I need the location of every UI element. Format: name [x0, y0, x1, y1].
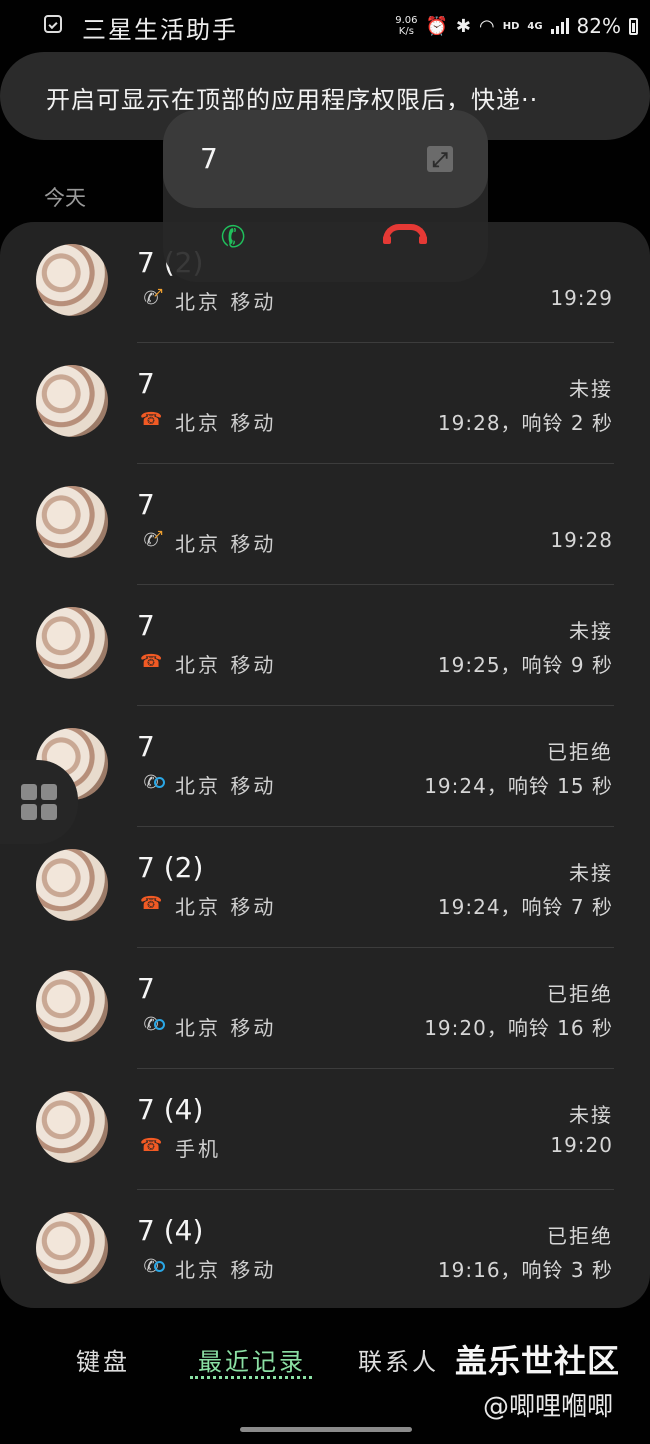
call-status: 未接	[569, 861, 613, 885]
contact-avatar[interactable]	[36, 486, 108, 558]
call-log-list: 7 (2)✆↗北京 移动19:297☎北京 移动未接19:28，响铃 2 秒7✆…	[0, 222, 650, 1308]
call-log-row[interactable]: 7 ☎ 北京 移动 未接 19:28，响铃 2 秒	[0, 343, 650, 464]
call-location: 北京 移动	[175, 411, 277, 435]
expand-icon[interactable]: ⤢	[427, 146, 453, 172]
rejected-call-icon: ✆	[140, 1256, 165, 1278]
call-log-row[interactable]: 7 ✆ ↗ 北京 移动 19:28	[0, 464, 650, 585]
battery-percent: 82%	[576, 14, 621, 38]
contact-avatar[interactable]	[36, 244, 108, 316]
watermark-title: 盖乐世社区	[455, 1342, 621, 1380]
call-name: 7	[137, 609, 155, 642]
call-time: 19:24，响铃 15 秒	[424, 774, 613, 798]
call-location: 北京 移动	[175, 774, 277, 798]
call-location: 北京 移动	[175, 895, 277, 919]
call-time: 19:25，响铃 9 秒	[437, 653, 613, 677]
assistant-app-icon	[44, 15, 62, 33]
decline-call-icon[interactable]	[383, 224, 427, 244]
contact-avatar[interactable]	[36, 970, 108, 1042]
call-name: 7 (2)	[137, 851, 204, 884]
call-log-row[interactable]: 7 ✆ 北京 移动 已拒绝 19:20，响铃 16 秒	[0, 948, 650, 1069]
tab-recents[interactable]: 最近记录	[198, 1342, 306, 1377]
edge-panel-handle[interactable]	[0, 760, 78, 844]
call-time: 19:29	[550, 286, 613, 310]
network-type: 4G	[527, 20, 543, 32]
call-location: 北京 移动	[175, 1016, 277, 1040]
call-location: 北京 移动	[175, 290, 277, 314]
status-icons: 9.06 K/s ⏰ ✱ ◠ HD 4G 82%	[395, 12, 638, 40]
incoming-call-number: 7	[200, 142, 218, 175]
hd-label: HD	[502, 20, 520, 32]
missed-call-icon: ☎	[140, 651, 163, 672]
call-name: 7	[137, 367, 155, 400]
section-label-today: 今天	[44, 186, 86, 210]
call-log-row[interactable]: 7 ☎ 北京 移动 未接 19:25，响铃 9 秒	[0, 585, 650, 706]
call-status: 未接	[569, 377, 613, 401]
apps-grid-icon	[21, 784, 57, 820]
call-location: 北京 移动	[175, 532, 277, 556]
network-speed: 9.06 K/s	[395, 15, 417, 37]
missed-call-icon: ☎	[140, 893, 163, 914]
signal-icon	[550, 18, 569, 34]
call-log-row[interactable]: 7 (4) ✆ 北京 移动 已拒绝 19:16，响铃 3 秒	[0, 1190, 650, 1311]
contact-avatar[interactable]	[36, 849, 108, 921]
call-time: 19:20	[550, 1133, 613, 1157]
call-status: 已拒绝	[547, 740, 613, 764]
call-name: 7	[137, 488, 155, 521]
call-status: 已拒绝	[547, 982, 613, 1006]
call-time: 19:24，响铃 7 秒	[437, 895, 613, 919]
call-name: 7	[137, 972, 155, 1005]
call-location: 手机	[175, 1137, 221, 1161]
call-time: 19:20，响铃 16 秒	[424, 1016, 613, 1040]
tab-contacts[interactable]: 联系人	[358, 1342, 439, 1377]
incoming-call-header[interactable]: 7 ⤢	[163, 110, 488, 208]
contact-avatar[interactable]	[36, 365, 108, 437]
call-status: 未接	[569, 619, 613, 643]
incoming-call-popup: 7 ⤢ ✆	[163, 110, 488, 282]
call-time: 19:28	[550, 528, 613, 552]
call-status: 未接	[569, 1103, 613, 1127]
active-tab-indicator	[190, 1376, 312, 1379]
call-log-row[interactable]: 7 (2) ☎ 北京 移动 未接 19:24，响铃 7 秒	[0, 827, 650, 948]
home-indicator[interactable]	[240, 1427, 412, 1432]
outgoing-call-icon: ✆ ↗	[143, 285, 164, 309]
call-name: 7 (4)	[137, 1093, 204, 1126]
watermark-user: @唧哩嗰唧	[483, 1392, 614, 1422]
status-app-title: 三星生活助手	[82, 16, 238, 44]
call-name: 7	[137, 730, 155, 763]
missed-call-icon: ☎	[140, 409, 163, 430]
battery-icon	[629, 17, 638, 35]
call-name: 7 (4)	[137, 1214, 204, 1247]
accept-call-icon[interactable]: ✆	[216, 217, 252, 258]
bluetooth-icon: ✱	[455, 15, 471, 37]
status-bar: 三星生活助手 9.06 K/s ⏰ ✱ ◠ HD 4G 82%	[0, 0, 650, 52]
call-status: 已拒绝	[547, 1224, 613, 1248]
alarm-icon: ⏰	[425, 15, 448, 37]
rejected-call-icon: ✆	[140, 1014, 165, 1036]
rejected-call-icon: ✆	[140, 772, 165, 794]
contact-avatar[interactable]	[36, 607, 108, 679]
missed-call-icon: ☎	[140, 1135, 163, 1156]
call-log-row[interactable]: 7 (4) ☎ 手机 未接 19:20	[0, 1069, 650, 1190]
call-log-row[interactable]: 7 ✆ 北京 移动 已拒绝 19:24，响铃 15 秒	[0, 706, 650, 827]
call-time: 19:28，响铃 2 秒	[437, 411, 613, 435]
call-location: 北京 移动	[175, 653, 277, 677]
call-time: 19:16，响铃 3 秒	[437, 1258, 613, 1282]
network-speed-value: 9.06	[395, 15, 418, 26]
contact-avatar[interactable]	[36, 1091, 108, 1163]
network-speed-unit: K/s	[398, 26, 414, 37]
call-location: 北京 移动	[175, 1258, 277, 1282]
wifi-icon: ◠	[478, 15, 495, 37]
outgoing-call-icon: ✆ ↗	[143, 527, 164, 551]
tab-keypad[interactable]: 键盘	[76, 1342, 130, 1377]
contact-avatar[interactable]	[36, 1212, 108, 1284]
